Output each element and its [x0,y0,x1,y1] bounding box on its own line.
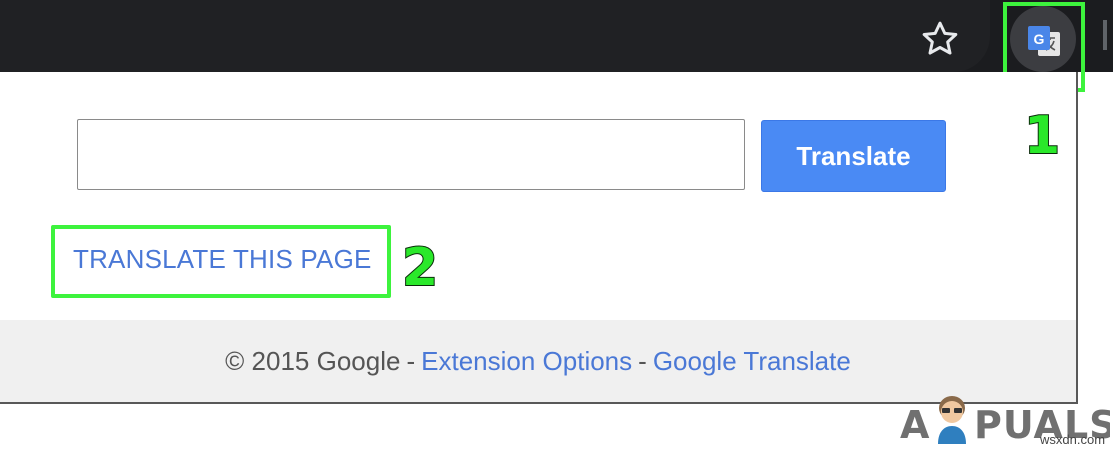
popup-footer: © 2015 Google - Extension Options - Goog… [0,320,1076,402]
translate-button[interactable]: Translate [761,120,946,192]
copyright-text: © 2015 Google [225,345,401,376]
omnibox [0,0,990,72]
mascot-icon [938,396,966,444]
highlight-box-translate-page [51,225,391,298]
browser-toolbar: G [0,0,1113,72]
step-number-1: 1 [1023,105,1061,167]
footer-separator: - [406,345,416,376]
step-number-2: 2 [401,237,439,299]
translate-popup: Translate TRANSLATE THIS PAGE © 2015 Goo… [0,72,1078,404]
translate-input[interactable] [77,119,745,190]
google-translate-link[interactable]: Google Translate [653,346,851,377]
toolbar-divider [1103,20,1107,50]
extension-options-link[interactable]: Extension Options [421,346,632,377]
footer-separator: - [638,345,647,376]
svg-text:A: A [900,403,930,447]
watermark-text: wsxdn.com [1040,432,1106,447]
star-outline-icon[interactable] [920,19,960,59]
